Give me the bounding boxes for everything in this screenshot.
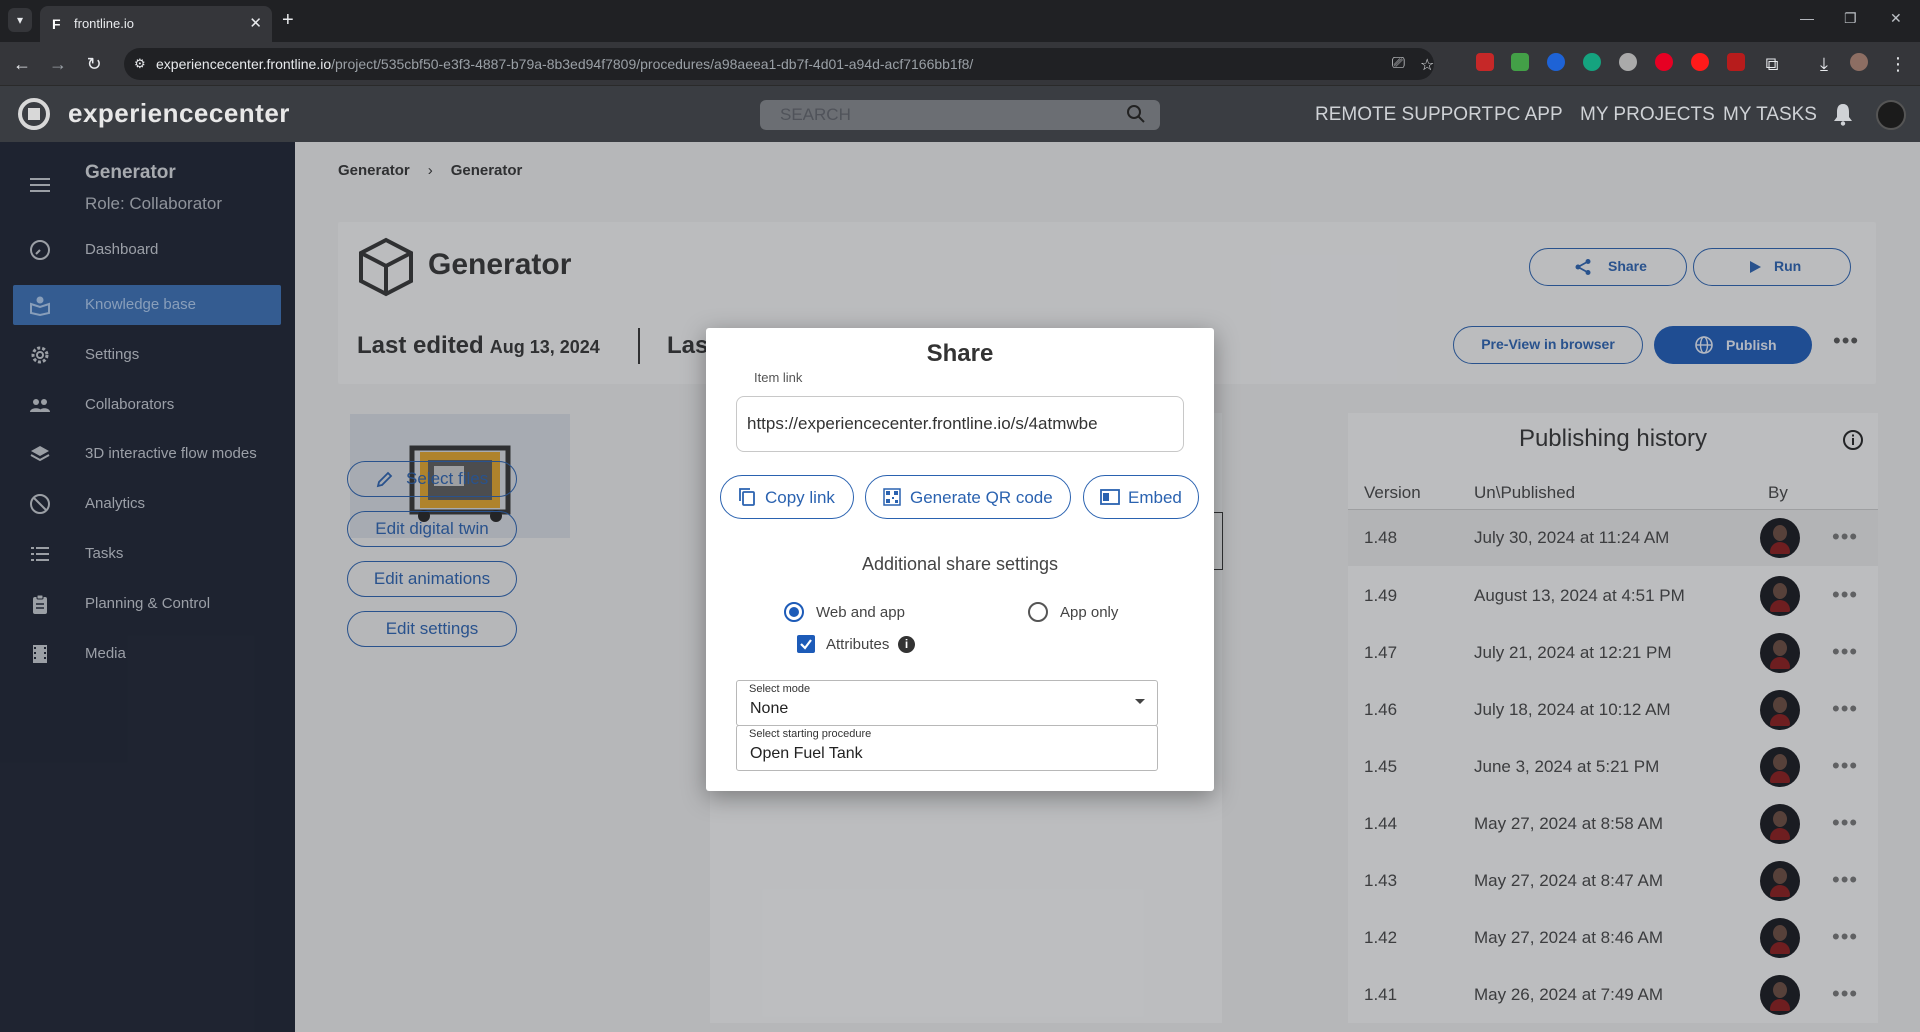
item-link-field[interactable] xyxy=(736,396,1184,452)
nav-my-projects[interactable]: MY PROJECTS xyxy=(1580,104,1715,126)
new-tab-icon[interactable]: + xyxy=(282,8,294,32)
tab-close-icon[interactable]: ✕ xyxy=(249,14,262,32)
attributes-label: Attributes xyxy=(826,636,890,653)
embed-icon xyxy=(1100,489,1120,505)
search-box xyxy=(760,100,1160,130)
starting-procedure-field[interactable]: Select starting procedure Open Fuel Tank xyxy=(736,725,1158,771)
generate-qr-label: Generate QR code xyxy=(910,488,1053,507)
extension-icon[interactable] xyxy=(1583,53,1601,71)
embed-button[interactable]: Embed xyxy=(1083,475,1199,519)
browser-toolbar: ← → ↻ ⚙ experiencecenter.frontline.io/pr… xyxy=(0,42,1920,86)
restore-icon[interactable]: ❐ xyxy=(1844,10,1857,27)
nav-remote-support[interactable]: REMOTE SUPPORT xyxy=(1315,104,1493,126)
radio-app-only[interactable] xyxy=(1028,602,1048,622)
profile-avatar[interactable] xyxy=(1850,53,1868,71)
extension-icon[interactable] xyxy=(1476,53,1494,71)
extension-icon[interactable] xyxy=(1727,53,1745,71)
generate-qr-button[interactable]: Generate QR code xyxy=(865,475,1071,519)
copy-icon xyxy=(739,488,755,506)
chevron-down-icon xyxy=(1135,699,1145,704)
bookmark-star-icon[interactable]: ☆ xyxy=(1420,55,1434,75)
checkmark-icon xyxy=(800,639,812,650)
address-url[interactable]: experiencecenter.frontline.io/project/53… xyxy=(156,56,973,72)
select-mode-dropdown[interactable]: Select mode None xyxy=(736,680,1158,726)
tab-title: frontline.io xyxy=(74,16,134,31)
minimize-icon[interactable]: — xyxy=(1800,10,1814,26)
extension-icon[interactable] xyxy=(1511,53,1529,71)
qr-code-icon xyxy=(883,488,901,506)
starting-procedure-label: Select starting procedure xyxy=(749,728,872,740)
additional-settings-heading: Additional share settings xyxy=(861,554,1059,574)
extensions-puzzle-icon[interactable]: ⧉ xyxy=(1760,52,1784,76)
attributes-checkbox[interactable] xyxy=(797,635,815,653)
bell-icon[interactable] xyxy=(1832,102,1854,126)
install-app-icon[interactable]: ⎚ xyxy=(1392,55,1405,73)
frontline-logo-icon[interactable] xyxy=(18,98,50,130)
copy-link-button[interactable]: Copy link xyxy=(720,475,854,519)
search-input[interactable] xyxy=(760,100,1100,130)
embed-label: Embed xyxy=(1128,488,1182,507)
extension-icon[interactable] xyxy=(1619,53,1637,71)
radio-web-and-app[interactable] xyxy=(784,602,804,622)
tab-search-icon[interactable]: ▾ xyxy=(8,8,32,32)
download-icon[interactable]: ⤓ xyxy=(1812,52,1836,76)
back-icon[interactable]: ← xyxy=(10,52,34,76)
browser-menu-icon[interactable]: ⋮ xyxy=(1886,52,1910,76)
brand-name[interactable]: experiencecenter xyxy=(68,98,290,129)
forward-icon[interactable]: → xyxy=(46,52,70,76)
share-dialog: Share Item link Copy link Generate QR co… xyxy=(706,328,1214,791)
site-info-icon[interactable]: ⚙ xyxy=(134,56,146,72)
dialog-title: Share xyxy=(926,340,994,367)
nav-my-tasks[interactable]: MY TASKS xyxy=(1723,104,1817,126)
item-link-label: Item link xyxy=(754,370,803,385)
starting-procedure-value: Open Fuel Tank xyxy=(750,745,863,762)
app-header: experiencecenter REMOTE SUPPORT PC APP M… xyxy=(0,86,1920,142)
radio-web-and-app-label: Web and app xyxy=(816,604,905,621)
browser-tab-bar: ▾ F frontline.io ✕ + — ❐ ✕ xyxy=(0,0,1920,42)
window-close-icon[interactable]: ✕ xyxy=(1890,10,1902,27)
record-icon[interactable] xyxy=(1691,53,1709,71)
search-icon[interactable] xyxy=(1126,104,1146,124)
radio-app-only-label: App only xyxy=(1060,604,1119,621)
extension-icon[interactable] xyxy=(1547,53,1565,71)
reload-icon[interactable]: ↻ xyxy=(82,52,106,76)
browser-tab[interactable]: F frontline.io ✕ xyxy=(40,6,272,42)
user-avatar[interactable] xyxy=(1876,100,1906,130)
address-bar[interactable]: ⚙ experiencecenter.frontline.io/project/… xyxy=(124,48,1434,80)
nav-pc-app[interactable]: PC APP xyxy=(1494,104,1563,126)
select-mode-value: None xyxy=(750,700,789,717)
frontline-favicon-icon: F xyxy=(52,16,61,32)
attributes-info-icon[interactable]: i xyxy=(898,636,915,653)
select-mode-label: Select mode xyxy=(749,683,811,695)
copy-link-label: Copy link xyxy=(765,488,835,507)
pinterest-icon[interactable] xyxy=(1655,53,1673,71)
